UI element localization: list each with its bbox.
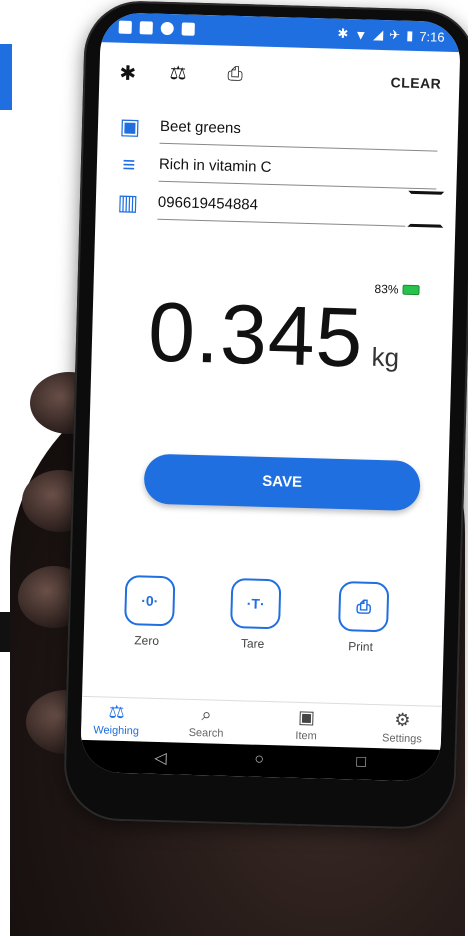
- save-button[interactable]: SAVE: [143, 453, 421, 512]
- wifi-icon: ▼: [354, 26, 368, 43]
- tab-settings[interactable]: ⚙ Settings: [367, 709, 438, 746]
- description-value: Rich in vitamin C: [158, 155, 272, 176]
- item-name-field[interactable]: ▣ Beet greens: [118, 113, 439, 152]
- tab-weighing[interactable]: ⚖ Weighing: [81, 701, 152, 738]
- description-icon: ≡: [122, 151, 136, 178]
- barcode-icon: ▥: [117, 189, 139, 216]
- zero-label: Zero: [134, 633, 160, 648]
- barcode-value: 096619454884: [157, 193, 259, 214]
- gear-icon: ⚙: [394, 709, 411, 731]
- back-icon[interactable]: ◁: [154, 748, 167, 768]
- airplane-icon: ✈: [389, 27, 401, 43]
- weight-display: 0.345: [146, 284, 365, 385]
- tab-item[interactable]: ▣ Item: [271, 706, 342, 743]
- notification-icons: [118, 20, 195, 36]
- image-icon: [139, 21, 153, 35]
- battery-icon: [402, 284, 420, 296]
- clock: 7:16: [419, 28, 445, 45]
- tab-label: Settings: [381, 732, 423, 746]
- square-icon: [181, 22, 195, 36]
- underline: [159, 142, 438, 152]
- status-bar: ✱ ▼ ◢ ✈ ▮ 7:16: [100, 12, 462, 53]
- phone-device: ✱ ▼ ◢ ✈ ▮ 7:16 ✱ ⚖ ⎙ CLEAR ▣ Beet greens…: [62, 0, 468, 831]
- battery-icon: ▮: [405, 27, 414, 43]
- blue-accent-block: [0, 44, 12, 110]
- barcode-field[interactable]: ▥ 096619454884: [115, 189, 406, 227]
- printer-off-icon[interactable]: ⎙: [227, 64, 243, 86]
- tab-label: Item: [295, 729, 317, 743]
- underline: [158, 180, 437, 190]
- tare-label: Tare: [240, 636, 265, 651]
- scale-icon: ⚖: [108, 701, 125, 723]
- toolbar: ✱ ⚖ ⎙ CLEAR: [99, 52, 460, 102]
- recents-icon[interactable]: □: [356, 754, 366, 772]
- system-icons: ✱ ▼ ◢ ✈ ▮ 7:16: [337, 26, 445, 45]
- scale-icon[interactable]: ⚖: [169, 62, 187, 85]
- bluetooth-icon: ✱: [337, 25, 349, 42]
- print-label: Print: [348, 639, 374, 654]
- underline: [157, 218, 406, 227]
- tab-label: Search: [188, 726, 224, 740]
- signal-icon: ◢: [373, 26, 384, 43]
- weight-unit: kg: [371, 341, 400, 373]
- battery-percent: 83%: [374, 281, 399, 297]
- tab-search[interactable]: ⌕ Search: [171, 703, 242, 740]
- phone-screen: ✱ ▼ ◢ ✈ ▮ 7:16 ✱ ⚖ ⎙ CLEAR ▣ Beet greens…: [79, 12, 462, 782]
- circle-icon: [160, 21, 174, 36]
- item-name-value: Beet greens: [159, 117, 242, 138]
- home-icon[interactable]: ○: [254, 751, 264, 769]
- notification-icon: [118, 20, 132, 34]
- tab-label: Weighing: [93, 724, 140, 738]
- print-button[interactable]: ⎙: [337, 581, 390, 633]
- zero-button[interactable]: ·0·: [124, 575, 176, 627]
- clear-button[interactable]: CLEAR: [390, 74, 441, 91]
- description-field[interactable]: ≡ Rich in vitamin C: [116, 151, 437, 190]
- item-icon: ▣: [119, 113, 141, 140]
- bluetooth-icon[interactable]: ✱: [119, 61, 136, 86]
- search-icon: ⌕: [201, 704, 212, 725]
- scan-icon[interactable]: [407, 190, 445, 228]
- scale-battery: 83%: [374, 281, 420, 297]
- item-icon: ▣: [297, 706, 316, 728]
- tare-button[interactable]: ·T·: [230, 577, 282, 630]
